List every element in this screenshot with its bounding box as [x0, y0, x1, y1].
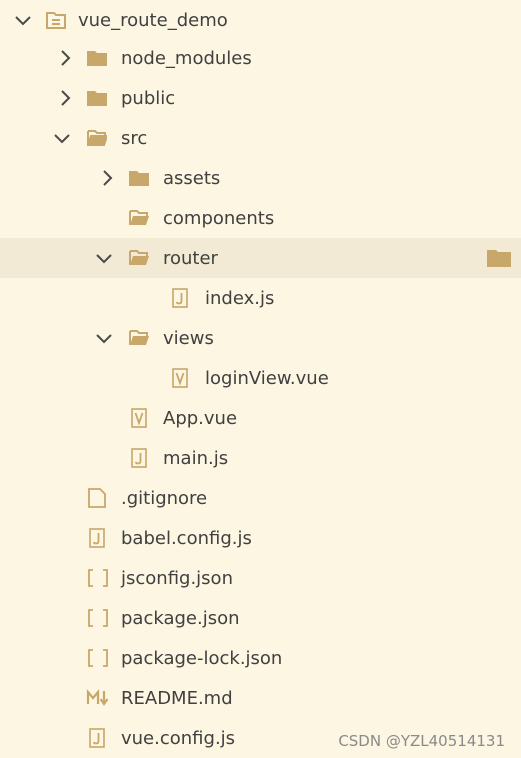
tree-row-label: src	[121, 127, 148, 149]
chevron-down-icon[interactable]	[95, 238, 113, 278]
new-folder-icon[interactable]	[487, 248, 511, 272]
json-file-icon	[87, 638, 109, 678]
tree-row-label: assets	[163, 167, 221, 189]
chevron-down-icon[interactable]	[53, 118, 71, 158]
tree-row-label: package.json	[121, 607, 240, 629]
tree-row-label: views	[163, 327, 214, 349]
chevron-right-icon[interactable]	[56, 38, 74, 78]
tree-row-babel-config-js[interactable]: babel.config.js	[0, 518, 521, 558]
folder-closed-icon	[87, 78, 107, 118]
js-file-icon	[89, 718, 105, 758]
tree-row-src[interactable]: src	[0, 118, 521, 158]
vue-file-icon	[172, 358, 188, 398]
tree-row-loginview-vue[interactable]: loginView.vue	[0, 358, 521, 398]
js-file-icon	[172, 278, 188, 318]
tree-row-label: App.vue	[163, 407, 238, 429]
tree-row-views[interactable]: views	[0, 318, 521, 358]
tree-row-jsconfig-json[interactable]: jsconfig.json	[0, 558, 521, 598]
js-file-icon	[89, 518, 105, 558]
markdown-file-icon	[86, 678, 110, 718]
tree-row-label: main.js	[163, 447, 229, 469]
chevron-right-icon[interactable]	[56, 78, 74, 118]
chevron-right-icon[interactable]	[98, 158, 116, 198]
tree-row-label: components	[163, 207, 275, 229]
chevron-down-icon[interactable]	[95, 318, 113, 358]
tree-row-components[interactable]: components	[0, 198, 521, 238]
tree-row-label: loginView.vue	[205, 367, 329, 389]
tree-row-app-vue[interactable]: App.vue	[0, 398, 521, 438]
folder-open-icon	[129, 318, 149, 358]
tree-row-package-json[interactable]: package.json	[0, 598, 521, 638]
tree-row-gitignore[interactable]: .gitignore	[0, 478, 521, 518]
tree-row-label: vue.config.js	[121, 727, 236, 749]
tree-row-router[interactable]: router	[0, 238, 521, 278]
root-folder-icon	[46, 0, 66, 40]
tree-row-package-lock-json[interactable]: package-lock.json	[0, 638, 521, 678]
chevron-down-icon[interactable]	[14, 0, 32, 40]
tree-row-main-js[interactable]: main.js	[0, 438, 521, 478]
tree-row-readme-md[interactable]: README.md	[0, 678, 521, 718]
js-file-icon	[131, 438, 147, 478]
blank-file-icon	[88, 478, 106, 518]
tree-row-label: index.js	[205, 287, 275, 309]
folder-closed-icon	[87, 38, 107, 78]
tree-row-label: babel.config.js	[121, 527, 252, 549]
tree-row-vue-route-demo[interactable]: vue_route_demo	[0, 0, 521, 40]
folder-closed-icon	[129, 158, 149, 198]
tree-row-label: package-lock.json	[121, 647, 283, 669]
folder-open-icon	[129, 238, 149, 278]
tree-row-label: vue_route_demo	[78, 9, 228, 31]
tree-row-label: node_modules	[121, 47, 252, 69]
folder-open-icon	[129, 198, 149, 238]
tree-row-label: router	[163, 247, 218, 269]
tree-row-assets[interactable]: assets	[0, 158, 521, 198]
json-file-icon	[87, 558, 109, 598]
json-file-icon	[87, 598, 109, 638]
tree-row-label: jsconfig.json	[121, 567, 233, 589]
tree-row-label: README.md	[121, 687, 233, 709]
tree-row-label: .gitignore	[121, 487, 208, 509]
tree-row-public[interactable]: public	[0, 78, 521, 118]
folder-open-icon	[87, 118, 107, 158]
tree-row-index-js[interactable]: index.js	[0, 278, 521, 318]
tree-row-node-modules[interactable]: node_modules	[0, 38, 521, 78]
tree-row-label: public	[121, 87, 176, 109]
vue-file-icon	[131, 398, 147, 438]
watermark-text: CSDN @YZL40514131	[338, 732, 505, 750]
